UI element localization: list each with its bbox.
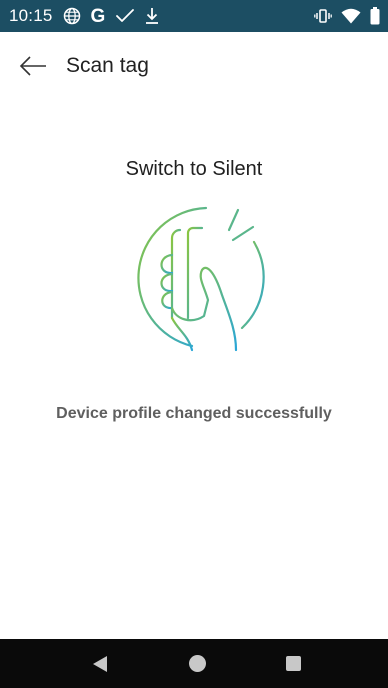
triangle-back-icon — [93, 656, 107, 672]
status-notification-icons: G — [63, 7, 160, 26]
back-button[interactable] — [18, 53, 48, 79]
hand-tap-phone-icon — [118, 200, 274, 356]
arrow-back-icon — [19, 56, 46, 76]
nav-home-button[interactable] — [189, 655, 206, 672]
nav-back-button[interactable] — [92, 655, 108, 673]
status-bar: 10:15 G — [0, 0, 388, 32]
page-title: Scan tag — [66, 54, 149, 77]
status-left: 10:15 G — [9, 6, 159, 26]
status-time: 10:15 — [9, 6, 53, 25]
battery-icon — [370, 7, 380, 25]
nav-recents-button[interactable] — [286, 656, 301, 671]
wifi-icon — [341, 8, 361, 24]
navigation-bar — [0, 639, 388, 688]
check-icon — [115, 8, 135, 24]
download-icon — [145, 7, 159, 25]
profile-name: Switch to Silent — [125, 158, 263, 180]
google-g-icon: G — [90, 5, 106, 27]
status-system-icons — [314, 7, 380, 25]
app-bar: Scan tag — [0, 40, 388, 92]
vibrate-icon — [314, 8, 332, 24]
globe-icon — [63, 7, 81, 25]
status-message: Device profile changed successfully — [56, 405, 332, 422]
